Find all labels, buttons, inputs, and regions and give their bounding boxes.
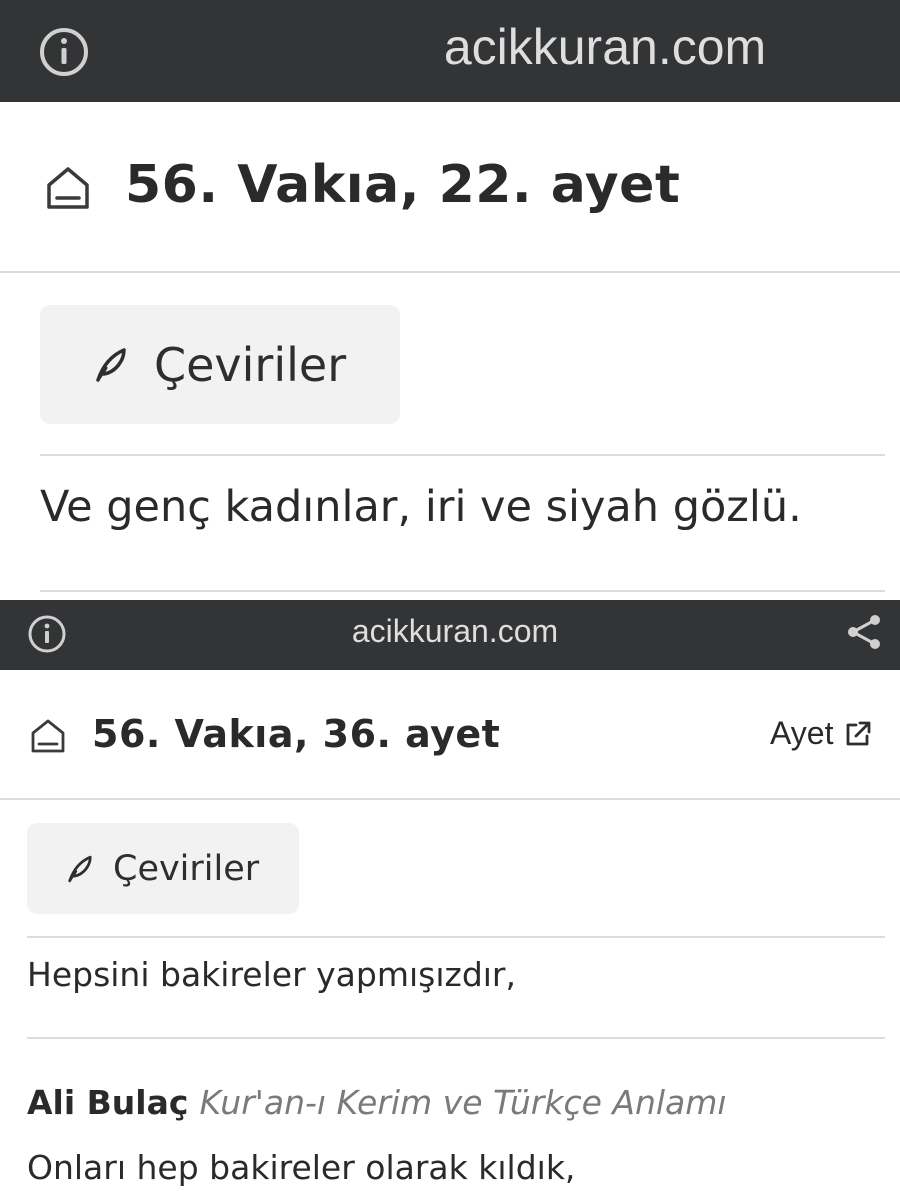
verse-text: Ve genç kadınlar, iri ve siyah gözlü.: [40, 482, 802, 532]
feather-icon: [92, 346, 130, 384]
translation-text: Onları hep bakireler olarak kıldık,: [27, 1148, 576, 1187]
browser-bar-top: acikkuran.com: [0, 0, 900, 102]
share-icon[interactable]: [844, 612, 884, 652]
feather-icon: [65, 854, 95, 884]
info-circle-icon[interactable]: [38, 26, 90, 78]
browser-domain[interactable]: acikkuran.com: [400, 18, 810, 76]
translator-name: Ali Bulaç: [27, 1083, 189, 1122]
divider: [27, 936, 885, 938]
divider: [40, 590, 885, 592]
verse-link[interactable]: Ayet: [770, 715, 873, 752]
verse-text: Hepsini bakireler yapmışızdır,: [27, 955, 516, 994]
divider: [0, 798, 900, 800]
translation-attribution: Ali Bulaç Kur'an-ı Kerim ve Türkçe Anlam…: [27, 1083, 727, 1122]
browser-bar-bottom: acikkuran.com: [0, 600, 900, 670]
home-icon[interactable]: [45, 165, 91, 211]
translations-button-label: Çeviriler: [154, 337, 347, 392]
verse-link-label: Ayet: [770, 715, 834, 751]
translations-button[interactable]: Çeviriler: [27, 823, 299, 914]
divider: [0, 271, 900, 273]
home-icon[interactable]: [30, 718, 66, 754]
external-link-icon: [843, 719, 873, 749]
divider: [40, 454, 885, 456]
page-title: 56. Vakıa, 36. ayet: [92, 712, 501, 756]
divider: [27, 1037, 885, 1039]
translation-source: Kur'an-ı Kerim ve Türkçe Anlamı: [199, 1083, 727, 1122]
browser-domain[interactable]: acikkuran.com: [300, 613, 610, 650]
translations-button-label: Çeviriler: [113, 848, 260, 889]
info-circle-icon[interactable]: [27, 614, 67, 654]
translations-button[interactable]: Çeviriler: [40, 305, 400, 424]
page-title: 56. Vakıa, 22. ayet: [125, 155, 681, 215]
